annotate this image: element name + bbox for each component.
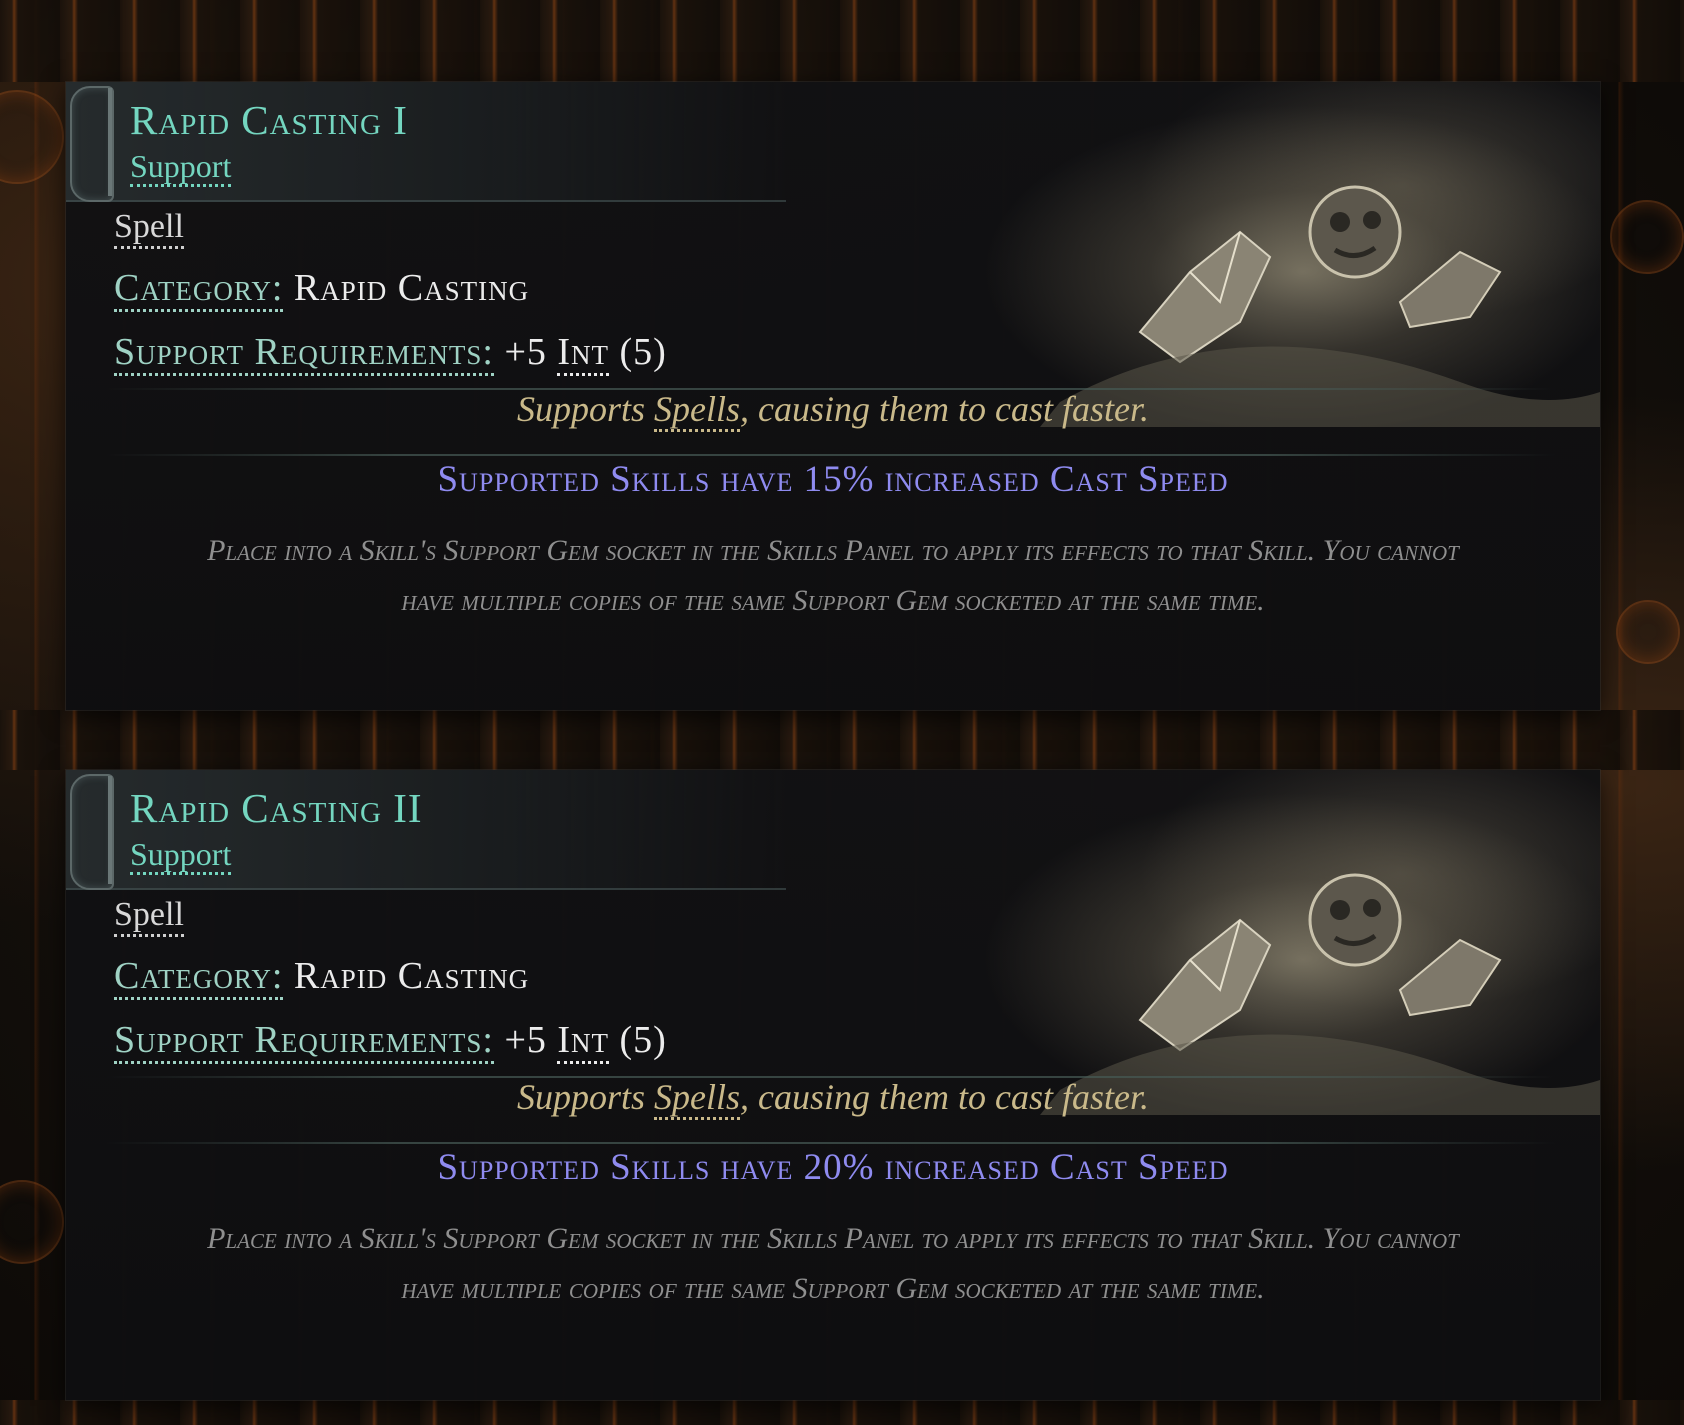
requirement-value: +5 bbox=[504, 1019, 547, 1061]
header-ornament-bar bbox=[108, 88, 112, 196]
gem-art-icon bbox=[1040, 185, 1600, 427]
requirements-line: Support Requirements: +5 Int (5) bbox=[114, 1018, 667, 1064]
background-rune-circle-icon bbox=[0, 1180, 64, 1264]
gem-modifier: Supported Skills have 15% increased Cast… bbox=[437, 459, 1229, 500]
help-text: Place into a Skill's Support Gem socket … bbox=[207, 1222, 1459, 1305]
gem-modifier: Supported Skills have 20% increased Cast… bbox=[437, 1147, 1229, 1188]
tooltip-header: Rapid Casting I Support bbox=[66, 82, 786, 202]
requirements-label[interactable]: Support Requirements: bbox=[114, 1019, 494, 1064]
background-rune-strip-middle bbox=[0, 710, 1684, 770]
requirement-total: (5) bbox=[619, 331, 667, 373]
requirement-stat-link[interactable]: Int bbox=[557, 331, 610, 376]
description-prefix: Supports bbox=[516, 389, 655, 429]
gem-tooltip: Rapid Casting II Support Spell Category:… bbox=[66, 770, 1600, 1400]
requirements-line: Support Requirements: +5 Int (5) bbox=[114, 330, 667, 376]
header-ornament-bar bbox=[108, 776, 112, 884]
description-suffix: , causing them to cast faster. bbox=[740, 1077, 1149, 1117]
gem-art-icon bbox=[1040, 873, 1600, 1115]
category-line: Category: Rapid Casting bbox=[114, 954, 530, 1000]
background-rune-circle-icon bbox=[1610, 200, 1684, 274]
requirement-value: +5 bbox=[504, 331, 547, 373]
requirement-stat-link[interactable]: Int bbox=[557, 1019, 610, 1064]
gem-description: Supports Spells, causing them to cast fa… bbox=[66, 388, 1600, 432]
category-value: Rapid Casting bbox=[293, 267, 530, 309]
category-line: Category: Rapid Casting bbox=[114, 266, 530, 312]
gem-type-link[interactable]: Support bbox=[130, 148, 232, 187]
divider bbox=[106, 1142, 1556, 1144]
divider bbox=[106, 454, 1556, 456]
category-label[interactable]: Category: bbox=[114, 955, 284, 1000]
background-rune-strip-bottom bbox=[0, 1400, 1684, 1425]
requirements-label[interactable]: Support Requirements: bbox=[114, 331, 494, 376]
gem-tag-link[interactable]: Spell bbox=[114, 208, 184, 249]
help-text: Place into a Skill's Support Gem socket … bbox=[207, 534, 1459, 617]
gem-tooltip: Rapid Casting I Support Spell Category: … bbox=[66, 82, 1600, 710]
gem-name: Rapid Casting II bbox=[130, 785, 423, 831]
background-rune-circle-icon bbox=[1616, 600, 1680, 664]
background-rune-strip-top bbox=[0, 0, 1684, 82]
category-label[interactable]: Category: bbox=[114, 267, 284, 312]
spells-keyword-link[interactable]: Spells bbox=[654, 1077, 741, 1120]
tooltip-header: Rapid Casting II Support bbox=[66, 770, 786, 890]
gem-art-illustration bbox=[940, 770, 1600, 1115]
gem-type-link[interactable]: Support bbox=[130, 836, 232, 875]
gem-tag-link[interactable]: Spell bbox=[114, 896, 184, 937]
description-prefix: Supports bbox=[516, 1077, 655, 1117]
spells-keyword-link[interactable]: Spells bbox=[654, 389, 741, 432]
category-value: Rapid Casting bbox=[293, 955, 530, 997]
requirement-total: (5) bbox=[619, 1019, 667, 1061]
gem-art-illustration bbox=[940, 82, 1600, 427]
gem-name: Rapid Casting I bbox=[130, 97, 408, 143]
gem-description: Supports Spells, causing them to cast fa… bbox=[66, 1076, 1600, 1120]
description-suffix: , causing them to cast faster. bbox=[740, 389, 1149, 429]
background-rune-circle-icon bbox=[0, 90, 64, 184]
